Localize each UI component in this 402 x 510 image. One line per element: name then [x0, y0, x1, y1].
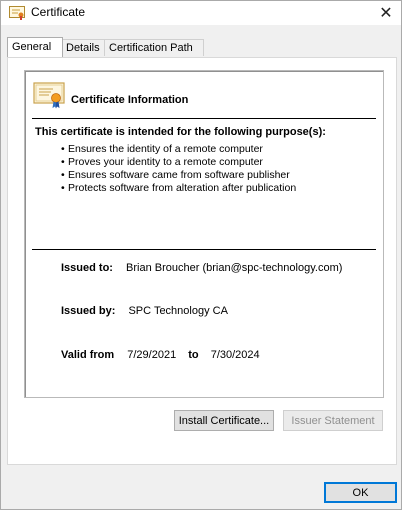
purpose-list: • Ensures the identity of a remote comput… — [61, 143, 296, 195]
tab-general[interactable]: General — [7, 37, 63, 57]
ok-button[interactable]: OK — [324, 482, 397, 503]
divider — [32, 118, 376, 119]
general-tab-panel: Certificate Information This certificate… — [7, 57, 397, 465]
window-title: Certificate — [31, 5, 86, 19]
issued-by-value: SPC Technology CA — [128, 305, 228, 317]
valid-to-label: to — [188, 349, 199, 361]
bullet-icon: • — [61, 182, 65, 194]
title-bar: Certificate ✕ — [1, 1, 401, 25]
close-button[interactable]: ✕ — [371, 1, 401, 25]
issued-to-value: Brian Broucher (brian@spc-technology.com… — [126, 262, 343, 274]
tab-certification-path[interactable]: Certification Path — [104, 39, 204, 56]
list-item: • Ensures the identity of a remote comput… — [61, 143, 296, 156]
bullet-icon: • — [61, 169, 65, 181]
valid-from-label: Valid from — [61, 349, 115, 361]
purpose-text: Protects software from alteration after … — [68, 182, 297, 194]
purpose-text: Ensures the identity of a remote compute… — [68, 143, 263, 155]
bullet-icon: • — [61, 143, 65, 155]
tab-details[interactable]: Details — [61, 39, 109, 56]
issued-by-row: Issued by: SPC Technology CA — [61, 305, 228, 317]
certificate-icon — [9, 6, 25, 20]
certificate-info-title: Certificate Information — [71, 94, 189, 106]
valid-from-value: 7/29/2021 — [127, 349, 177, 361]
install-certificate-button[interactable]: Install Certificate... — [174, 410, 274, 431]
issued-by-label: Issued by: — [61, 305, 116, 317]
issued-to-label: Issued to: — [61, 262, 113, 274]
purpose-heading: This certificate is intended for the fol… — [35, 126, 326, 138]
valid-to-value: 7/30/2024 — [210, 349, 260, 361]
list-item: • Proves your identity to a remote comput… — [61, 156, 296, 169]
certificate-ribbon-icon — [33, 82, 65, 109]
purpose-text: Ensures software came from software publ… — [68, 169, 290, 181]
close-icon: ✕ — [379, 5, 393, 22]
bullet-icon: • — [61, 156, 65, 168]
list-item: • Ensures software came from software pub… — [61, 169, 296, 182]
purpose-text: Proves your identity to a remote compute… — [68, 156, 263, 168]
list-item: • Protects software from alteration after… — [61, 182, 296, 195]
issuer-statement-button[interactable]: Issuer Statement — [283, 410, 383, 431]
validity-row: Valid from 7/29/2021 to 7/30/2024 — [61, 349, 260, 361]
certificate-info-box: Certificate Information This certificate… — [24, 70, 384, 398]
issued-to-row: Issued to: Brian Broucher (brian@spc-tec… — [61, 262, 342, 274]
divider — [32, 249, 376, 250]
certificate-dialog: Certificate ✕ General Details Certificat… — [0, 0, 402, 510]
